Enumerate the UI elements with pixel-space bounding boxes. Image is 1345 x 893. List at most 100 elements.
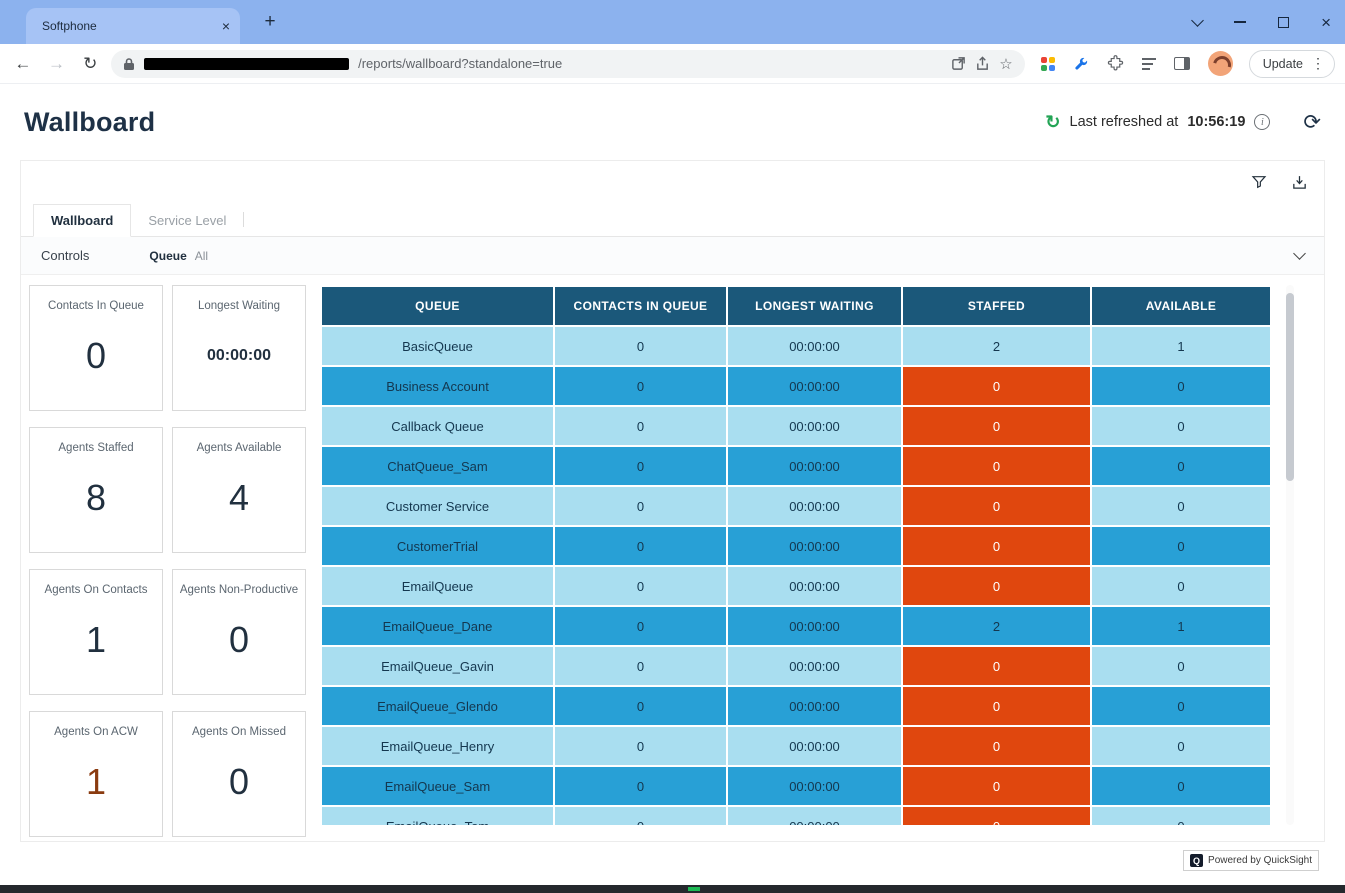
table-row[interactable]: BasicQueue 0 00:00:00 2 1	[322, 327, 1270, 365]
powered-by-label: Powered by QuickSight	[1208, 855, 1312, 866]
quicksight-badge: Q Powered by QuickSight	[1183, 850, 1319, 871]
export-download-icon[interactable]	[1291, 174, 1308, 191]
col-contacts-in-queue[interactable]: CONTACTS IN QUEUE	[555, 287, 726, 325]
table-row[interactable]: Callback Queue 0 00:00:00 0 0	[322, 407, 1270, 445]
share-icon[interactable]	[975, 56, 990, 71]
wrench-extension-icon[interactable]	[1073, 56, 1089, 72]
table-scrollbar[interactable]	[1286, 285, 1294, 825]
cell-queue: ChatQueue_Sam	[322, 447, 553, 485]
queue-filter-value[interactable]: All	[195, 249, 208, 263]
cell-staffed: 0	[903, 767, 1090, 805]
cell-staffed: 0	[903, 447, 1090, 485]
open-in-new-icon[interactable]	[951, 56, 966, 71]
queue-table-viewport: QUEUE CONTACTS IN QUEUE LONGEST WAITING …	[320, 285, 1272, 825]
cell-available: 0	[1092, 487, 1270, 525]
cell-staffed: 0	[903, 647, 1090, 685]
kpi-card: Agents On Missed 0	[172, 711, 306, 837]
cell-longest-waiting: 00:00:00	[728, 687, 901, 725]
table-row[interactable]: EmailQueue_Dane 0 00:00:00 2 1	[322, 607, 1270, 645]
kpi-label: Agents On ACW	[49, 725, 143, 739]
tab-close-icon[interactable]: ×	[222, 19, 230, 33]
cell-longest-waiting: 00:00:00	[728, 407, 901, 445]
controls-label: Controls	[41, 248, 89, 263]
cell-contacts-in-queue: 0	[555, 687, 726, 725]
cell-queue: EmailQueue_Tom	[322, 807, 553, 825]
reload-icon[interactable]: ↻	[77, 54, 103, 74]
quicksight-logo-icon: Q	[1190, 854, 1203, 867]
browser-tab[interactable]: Softphone ×	[26, 8, 240, 44]
window-close-icon[interactable]: ×	[1321, 14, 1331, 31]
table-row[interactable]: EmailQueue_Glendo 0 00:00:00 0 0	[322, 687, 1270, 725]
manual-refresh-icon[interactable]: ⟳	[1303, 110, 1321, 135]
col-longest-waiting[interactable]: LONGEST WAITING	[728, 287, 901, 325]
side-panel-icon[interactable]	[1174, 57, 1190, 70]
queue-filter-label[interactable]: Queue	[149, 249, 186, 263]
cell-staffed: 2	[903, 607, 1090, 645]
url-bar[interactable]: /reports/wallboard?standalone=true ☆	[111, 50, 1025, 78]
update-button-label: Update	[1263, 57, 1303, 71]
table-row[interactable]: Customer Service 0 00:00:00 0 0	[322, 487, 1270, 525]
cell-queue: EmailQueue	[322, 567, 553, 605]
col-queue[interactable]: QUEUE	[322, 287, 553, 325]
kpi-label: Agents Non-Productive	[175, 583, 303, 597]
kpi-value: 0	[229, 597, 249, 694]
table-scrollbar-thumb[interactable]	[1286, 293, 1294, 481]
cell-longest-waiting: 00:00:00	[728, 487, 901, 525]
window-chevron-icon[interactable]	[1191, 14, 1204, 27]
new-tab-button[interactable]: +	[258, 11, 282, 33]
profile-avatar[interactable]	[1208, 51, 1233, 76]
kpi-card: Contacts In Queue 0	[29, 285, 163, 411]
filter-funnel-icon[interactable]	[1251, 174, 1267, 190]
kpi-value: 00:00:00	[207, 313, 271, 410]
table-row[interactable]: EmailQueue_Henry 0 00:00:00 0 0	[322, 727, 1270, 765]
controls-collapse-chevron-icon[interactable]	[1293, 247, 1306, 260]
col-available[interactable]: AVAILABLE	[1092, 287, 1270, 325]
browser-toolbar: ← → ↻ /reports/wallboard?standalone=true…	[0, 44, 1345, 84]
queue-table-body: BasicQueue 0 00:00:00 2 1 Business Accou…	[322, 327, 1270, 825]
cell-contacts-in-queue: 0	[555, 447, 726, 485]
window-minimize-icon[interactable]	[1234, 21, 1246, 23]
bookmark-star-icon[interactable]: ☆	[999, 55, 1012, 73]
table-row[interactable]: EmailQueue_Tom 0 00:00:00 0 0	[322, 807, 1270, 825]
puzzle-extensions-icon[interactable]	[1107, 55, 1124, 72]
cell-available: 0	[1092, 567, 1270, 605]
colors-extension-icon[interactable]	[1041, 57, 1055, 71]
col-staffed[interactable]: STAFFED	[903, 287, 1090, 325]
kpi-grid: Contacts In Queue 0 Longest Waiting 00:0…	[29, 285, 306, 841]
cell-longest-waiting: 00:00:00	[728, 727, 901, 765]
sheet-tabs: Wallboard Service Level	[21, 203, 1324, 237]
update-button[interactable]: Update ⋮	[1249, 50, 1335, 78]
cell-queue: EmailQueue_Sam	[322, 767, 553, 805]
window-maximize-icon[interactable]	[1278, 17, 1289, 28]
tab-wallboard[interactable]: Wallboard	[33, 204, 131, 237]
table-row[interactable]: ChatQueue_Sam 0 00:00:00 0 0	[322, 447, 1270, 485]
window-controls: ×	[1193, 0, 1331, 44]
kpi-card: Longest Waiting 00:00:00	[172, 285, 306, 411]
taskbar-green-indicator	[688, 887, 700, 891]
browser-menu-icon[interactable]: ⋮	[1311, 55, 1325, 72]
tab-service-level[interactable]: Service Level	[131, 205, 243, 236]
lock-icon	[123, 57, 135, 71]
info-icon[interactable]: i	[1254, 114, 1270, 130]
back-icon[interactable]: ←	[10, 54, 36, 74]
table-row[interactable]: EmailQueue_Gavin 0 00:00:00 0 0	[322, 647, 1270, 685]
reading-list-icon[interactable]	[1142, 58, 1156, 70]
table-row[interactable]: Business Account 0 00:00:00 0 0	[322, 367, 1270, 405]
kpi-value: 4	[229, 455, 249, 552]
cell-contacts-in-queue: 0	[555, 607, 726, 645]
cell-staffed: 0	[903, 407, 1090, 445]
cell-available: 0	[1092, 367, 1270, 405]
cell-available: 0	[1092, 767, 1270, 805]
cell-available: 0	[1092, 687, 1270, 725]
last-refreshed-label: Last refreshed at	[1070, 114, 1179, 130]
cell-queue: BasicQueue	[322, 327, 553, 365]
kpi-value: 8	[86, 455, 106, 552]
table-row[interactable]: CustomerTrial 0 00:00:00 0 0	[322, 527, 1270, 565]
table-row[interactable]: EmailQueue 0 00:00:00 0 0	[322, 567, 1270, 605]
cell-contacts-in-queue: 0	[555, 327, 726, 365]
cell-available: 0	[1092, 447, 1270, 485]
dashboard-content: Contacts In Queue 0 Longest Waiting 00:0…	[21, 275, 1324, 841]
cell-staffed: 2	[903, 327, 1090, 365]
table-row[interactable]: EmailQueue_Sam 0 00:00:00 0 0	[322, 767, 1270, 805]
cell-queue: EmailQueue_Henry	[322, 727, 553, 765]
